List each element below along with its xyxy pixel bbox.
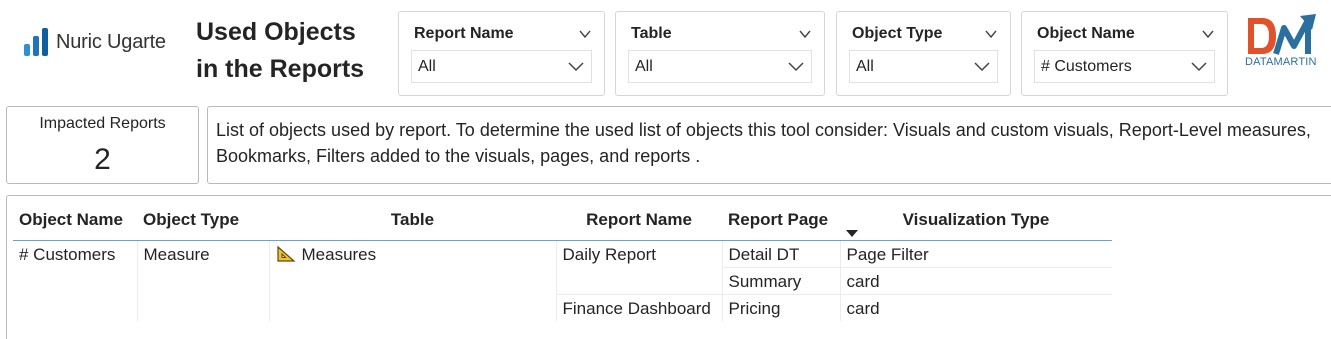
table-row[interactable]: # Customers Measure Measures Daily Repor… [13,240,1112,321]
cell-visualization-type: card [840,267,1112,295]
slicer-report-name[interactable]: Report Name All [398,11,605,96]
column-header-object-name[interactable]: Object Name [13,201,137,241]
chevron-down-icon[interactable] [798,27,812,41]
slicer-dropdown[interactable]: All [849,50,998,83]
slicer-header[interactable]: Object Name [1037,23,1215,45]
cell-object-name: # Customers [13,240,138,321]
cell-object-type: Measure [137,240,270,321]
slicer-dropdown[interactable]: All [628,50,812,83]
table-header-row: Object Name Object Type Table Report Nam… [13,201,1112,241]
slicer-value: All [418,57,436,75]
kpi-value: 2 [94,143,111,176]
column-header-object-type[interactable]: Object Type [137,201,269,241]
cell-report-name: Finance Dashboard [556,294,723,321]
chevron-down-icon[interactable] [973,58,991,76]
slicer-dropdown[interactable]: # Customers [1034,50,1215,83]
slicer-label: Object Name [1037,25,1135,42]
column-header-report-name[interactable]: Report Name [556,201,722,241]
slicer-value: # Customers [1041,57,1132,75]
kpi-label: Impacted Reports [39,115,166,132]
chevron-down-icon[interactable] [578,27,592,41]
page-title: Used Objects in the Reports [196,14,396,88]
slicer-dropdown[interactable]: All [411,50,592,83]
cell-visualization-type: Page Filter [840,240,1112,268]
description-text: List of objects used by report. To deter… [207,106,1331,184]
cell-report-page: Pricing [722,294,841,321]
slicer-header[interactable]: Report Name [414,23,592,45]
cell-table-label: Measures [301,244,377,264]
slicer-label: Object Type [852,25,943,42]
company-logo: Nuric Ugarte [24,26,166,58]
slicer-value: All [856,57,874,75]
slicer-label: Table [631,25,672,42]
column-header-report-page[interactable]: Report Page [722,201,840,241]
slicer-object-type[interactable]: Object Type All [836,11,1011,96]
company-name: Nuric Ugarte [56,30,166,53]
column-header-visualization-type[interactable]: Visualization Type [840,201,1112,241]
column-header-label: Visualization Type [902,210,1050,230]
cell-report-page: Summary [722,267,841,295]
page-title-line2: in the Reports [196,55,365,83]
column-header-table[interactable]: Table [269,201,556,241]
chevron-down-icon[interactable] [567,58,585,76]
chevron-down-icon[interactable] [787,58,805,76]
datamartin-logo-text: DATAMARTIN [1245,56,1317,68]
page-title-line1: Used Objects [196,18,356,46]
slicer-header[interactable]: Object Type [852,23,998,45]
slicer-label: Report Name [414,25,514,42]
slicer-value: All [635,57,653,75]
sort-descending-icon[interactable] [846,229,858,237]
cell-report-page: Detail DT [722,240,841,268]
slicer-header[interactable]: Table [631,23,812,45]
measures-table-icon [276,245,296,262]
chevron-down-icon[interactable] [984,27,998,41]
impacted-reports-card: Impacted Reports 2 [6,106,199,184]
cell-visualization-type: card [846,298,880,318]
slicer-table[interactable]: Table All [615,11,825,96]
bar-chart-logo-icon [24,28,48,56]
used-objects-table: Object Name Object Type Table Report Nam… [13,201,1112,321]
cell-table: Measures [269,240,557,321]
slicer-object-name[interactable]: Object Name # Customers [1021,11,1228,96]
chevron-down-icon[interactable] [1190,58,1208,76]
chevron-down-icon[interactable] [1201,27,1215,41]
cell-report-name: Daily Report [556,240,723,295]
